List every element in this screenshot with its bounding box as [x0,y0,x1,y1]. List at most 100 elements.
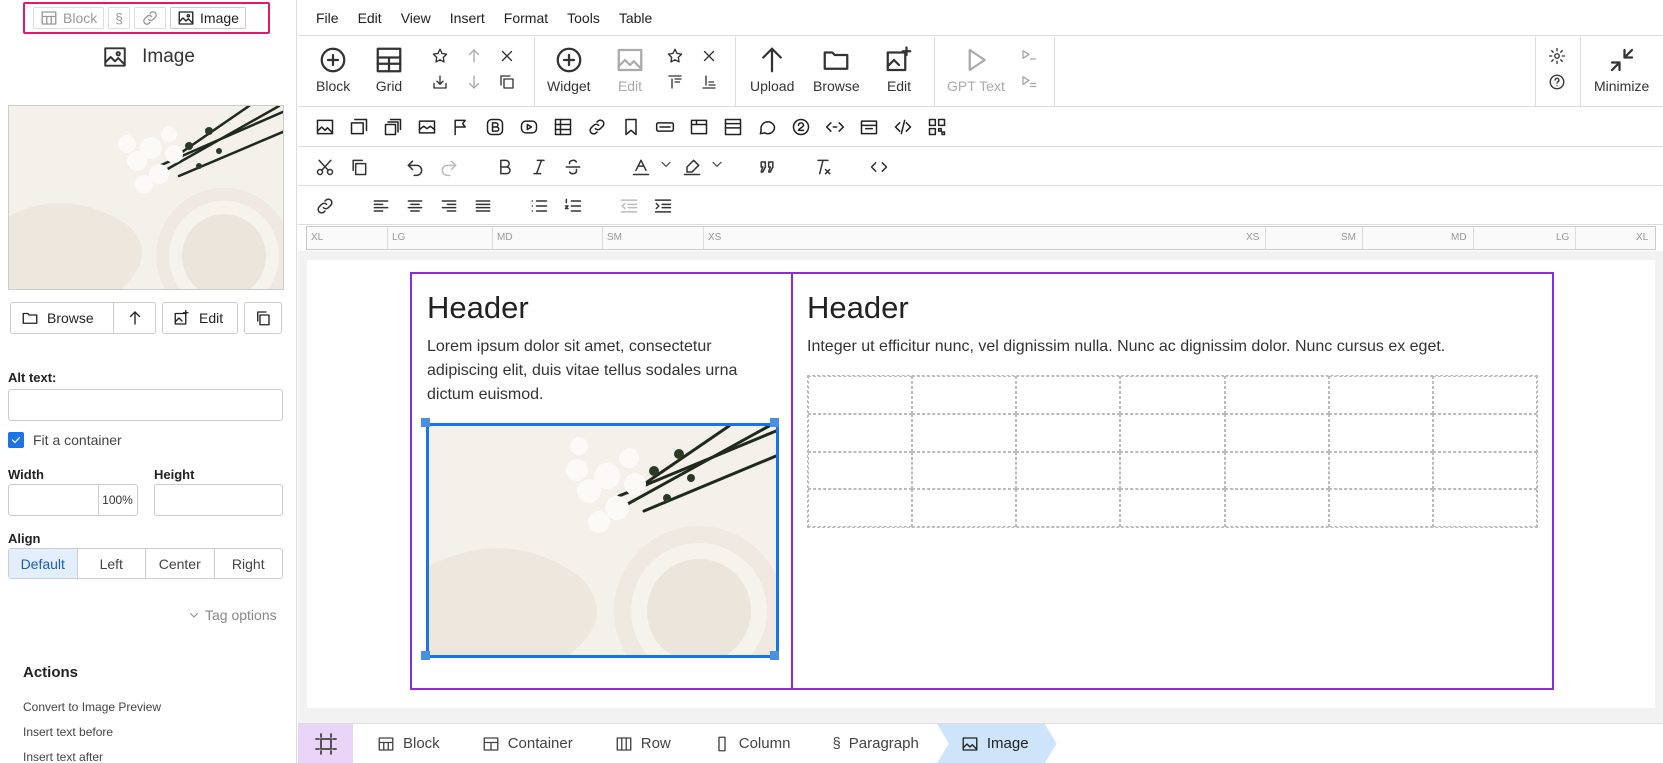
add-grid-button[interactable]: Grid [374,45,404,94]
counter-icon[interactable] [791,117,811,137]
menu-view[interactable]: View [401,10,431,26]
ruler-lg-right[interactable]: LG [1552,227,1577,249]
table-cell[interactable] [1120,376,1225,414]
table-cell[interactable] [912,489,1017,527]
action-convert-preview[interactable]: Convert to Image Preview [23,700,161,714]
gpt-list-icon[interactable] [1020,73,1038,91]
ruler-sm-right[interactable]: SM [1337,227,1363,249]
align-bottom-icon[interactable] [700,73,718,91]
table-cell[interactable] [1328,413,1433,452]
align-center[interactable]: Center [145,549,214,578]
resize-handle-se[interactable] [770,651,779,660]
flag-icon[interactable] [451,117,471,137]
bold-badge-icon[interactable] [485,117,505,137]
image-slider-icon[interactable] [417,117,437,137]
edit-widget-button[interactable]: Edit [615,45,645,94]
indent-icon[interactable] [653,196,673,216]
close-icon[interactable] [498,47,516,65]
star-icon[interactable] [666,47,684,65]
table-cell[interactable] [1016,413,1121,452]
redo-icon[interactable] [439,157,459,177]
align-center-icon[interactable] [405,196,425,216]
path-block[interactable]: Block [353,724,458,763]
height-input[interactable] [154,484,283,516]
selected-image[interactable] [426,423,779,658]
star-icon[interactable] [431,47,449,65]
strikethrough-icon[interactable] [563,157,583,177]
column1-header[interactable]: Header [427,290,529,326]
embed-icon[interactable] [825,117,845,137]
bookmark-icon[interactable] [621,117,641,137]
upload-button-toolbar[interactable]: Upload [750,45,794,94]
ruler-xs-right[interactable]: XS [1242,227,1267,249]
duplicate-button[interactable] [244,302,282,334]
browse-button-toolbar[interactable]: Browse [813,45,860,94]
menu-format[interactable]: Format [504,10,548,26]
table-cell[interactable] [1224,376,1329,414]
path-image[interactable]: Image [937,724,1057,763]
action-insert-before[interactable]: Insert text before [23,725,113,739]
tag-options-toggle[interactable]: Tag options [188,607,277,623]
bold-icon[interactable] [495,157,515,177]
cut-icon[interactable] [315,157,335,177]
edit-image-button[interactable]: Edit [884,45,914,94]
menu-table[interactable]: Table [619,10,652,26]
table-cell[interactable] [808,413,913,452]
align-top-icon[interactable] [666,73,684,91]
table-icon[interactable] [553,117,573,137]
source-code-icon[interactable] [869,157,889,177]
path-column[interactable]: Column [689,724,809,763]
path-row[interactable]: Row [591,724,689,763]
table-cell[interactable] [1120,451,1225,490]
menu-tools[interactable]: Tools [567,10,600,26]
calendar-icon[interactable] [859,117,879,137]
action-insert-after[interactable]: Insert text after [23,750,103,763]
chevron-down-icon[interactable] [710,157,724,177]
table-cell[interactable] [1328,451,1433,490]
chevron-down-icon[interactable] [659,157,673,177]
gear-icon[interactable] [1548,47,1566,65]
empty-table[interactable] [807,375,1538,528]
image-stack-icon[interactable] [383,117,403,137]
resize-handle-nw[interactable] [421,418,430,427]
resize-handle-sw[interactable] [421,651,430,660]
tabs-icon[interactable] [689,117,709,137]
width-unit[interactable]: 100% [98,484,136,516]
image-gallery-icon[interactable] [349,117,369,137]
minimize-button[interactable]: Minimize [1594,45,1649,94]
video-icon[interactable] [519,117,539,137]
table-cell[interactable] [1432,489,1537,527]
align-right-icon[interactable] [439,196,459,216]
path-container[interactable]: Container [458,724,591,763]
ruler-xl-right[interactable]: XL [1632,227,1648,249]
ruler-xl-left[interactable]: XL [307,227,323,249]
gpt-text-button[interactable]: GPT Text [947,45,1005,94]
column2-paragraph[interactable]: Integer ut efficitur nunc, vel dignissim… [807,335,1547,359]
crumb-paragraph[interactable]: § [108,7,131,29]
table-cell[interactable] [1016,489,1121,527]
help-icon[interactable] [1548,73,1566,91]
table-cell[interactable] [1224,489,1329,527]
add-widget-button[interactable]: Widget [547,45,591,94]
table-cell[interactable] [808,376,913,414]
close-icon[interactable] [700,47,718,65]
button-widget-icon[interactable] [655,117,675,137]
comment-icon[interactable] [757,117,777,137]
table-cell[interactable] [1120,489,1225,527]
bullet-list-icon[interactable] [529,196,549,216]
ruler-sm-left[interactable]: SM [602,227,622,249]
crumb-block[interactable]: Block [33,7,105,29]
resize-handle-ne[interactable] [770,418,779,427]
highlight-icon[interactable] [682,157,702,177]
table-cell[interactable] [808,451,913,490]
menu-edit[interactable]: Edit [358,10,382,26]
undo-icon[interactable] [405,157,425,177]
path-paragraph[interactable]: § Paragraph [808,724,936,763]
table-cell[interactable] [912,413,1017,452]
table-cell[interactable] [912,451,1017,490]
ruler-lg-left[interactable]: LG [387,227,405,249]
table-cell[interactable] [808,489,913,527]
menu-file[interactable]: File [316,10,339,26]
blockquote-icon[interactable] [757,157,777,177]
select-element-button[interactable] [298,723,353,763]
